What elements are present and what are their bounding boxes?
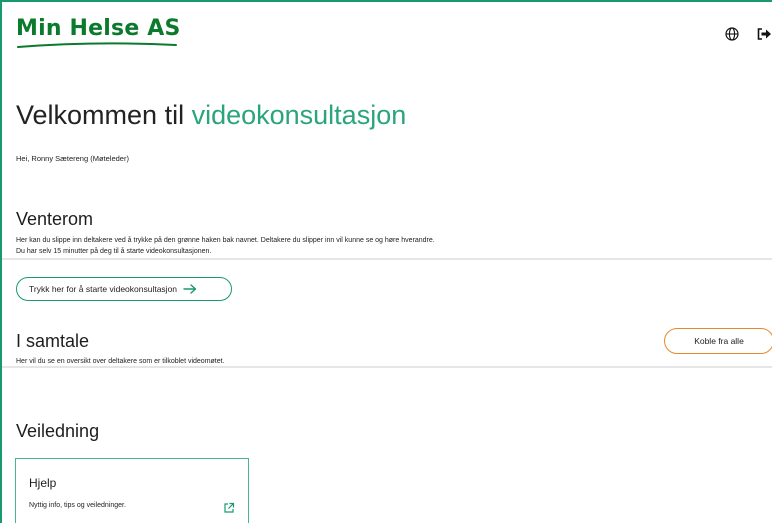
disconnect-all-label: Koble fra alle xyxy=(694,336,744,346)
in-call-title: I samtale xyxy=(16,331,90,351)
waiting-room-description: Her kan du slippe inn deltakere ved å tr… xyxy=(16,235,435,257)
app-frame: Min Helse AS Velkommen til videokonsulta… xyxy=(0,0,772,523)
disconnect-all-button[interactable]: Koble fra alle xyxy=(664,328,772,354)
header-actions xyxy=(724,26,772,42)
help-card-description: Nyttig info, tips og veiledninger. xyxy=(29,502,126,509)
logo-text: Min Helse AS xyxy=(16,16,181,41)
waiting-room-divider xyxy=(2,258,772,260)
waiting-room-description-line2: Du har selv 15 minutter på deg til å sta… xyxy=(16,248,212,255)
globe-icon[interactable] xyxy=(724,26,740,42)
page-title-accent: videokonsultasjon xyxy=(191,100,407,130)
page-title-prefix: Velkommen til xyxy=(16,100,192,130)
waiting-room-description-line1: Her kan du slippe inn deltakere ved å tr… xyxy=(16,237,435,244)
logo[interactable]: Min Helse AS xyxy=(16,16,181,50)
user-greeting: Hei, Ronny Sætereng (Møteleder) xyxy=(16,154,129,163)
in-call-divider xyxy=(2,366,772,368)
page-title: Velkommen til videokonsultasjon xyxy=(16,100,406,131)
guidance-title: Veiledning xyxy=(16,421,100,441)
start-consultation-button[interactable]: Trykk her for å starte videokonsultasjon xyxy=(16,277,232,301)
waiting-room-title: Venterom xyxy=(16,209,94,229)
start-consultation-label: Trykk her for å starte videokonsultasjon xyxy=(29,284,178,294)
help-card-title: Hjelp xyxy=(29,476,57,490)
external-link-icon[interactable] xyxy=(223,502,235,514)
arrow-right-icon xyxy=(183,284,197,294)
help-card[interactable]: Hjelp Nyttig info, tips og veiledninger. xyxy=(15,458,249,523)
logout-icon[interactable] xyxy=(756,26,772,42)
